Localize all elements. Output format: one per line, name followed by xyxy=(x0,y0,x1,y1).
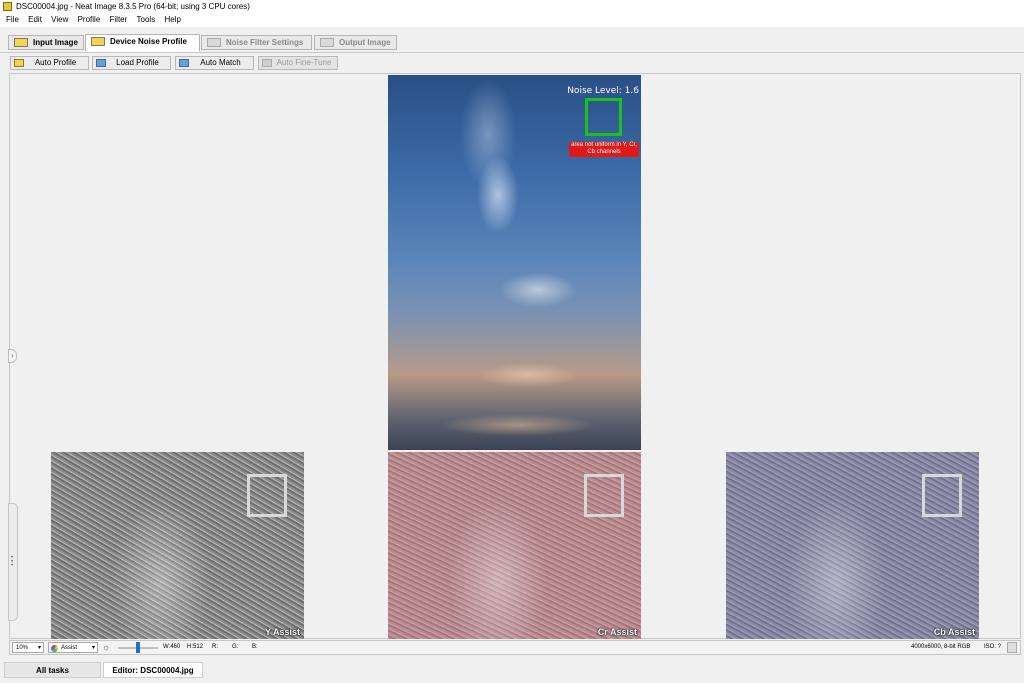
menu-filter[interactable]: Filter xyxy=(110,15,128,24)
height-readout: H:512 xyxy=(187,644,204,650)
menu-file[interactable]: File xyxy=(6,15,19,24)
image-icon xyxy=(14,38,28,47)
menu-profile[interactable]: Profile xyxy=(78,15,101,24)
side-panel-handle[interactable]: • • • xyxy=(8,503,18,621)
noise-level-label: Noise Level: 1.6 xyxy=(567,86,639,96)
load-profile-button[interactable]: Load Profile xyxy=(92,56,171,70)
tab-output-image-label: Output Image xyxy=(339,38,391,47)
zoom-value: 10% xyxy=(16,645,29,651)
tab-output-image[interactable]: Output Image xyxy=(314,35,397,50)
brightness-slider-thumb[interactable] xyxy=(136,642,140,653)
image-info: 4000x6000, 8-bit RGB xyxy=(911,644,971,650)
noise-sample-selection[interactable] xyxy=(585,98,622,136)
y-assist-label: Y Assist xyxy=(264,627,300,637)
tab-input-image[interactable]: Input Image xyxy=(8,35,84,50)
iso-readout: ISO: ? xyxy=(984,644,1002,650)
title-bar: DSC00004.jpg - Neat Image 8.3.5 Pro (64-… xyxy=(0,0,1024,14)
auto-match-label: Auto Match xyxy=(200,58,241,67)
workflow-tabs: Input Image Device Noise Profile Noise F… xyxy=(0,33,1024,53)
cb-sample-box xyxy=(922,474,962,517)
profile-icon xyxy=(91,37,105,46)
zoom-select[interactable]: 10% ▾ xyxy=(12,642,44,653)
cr-sample-box xyxy=(584,474,624,517)
auto-profile-icon xyxy=(14,59,24,67)
cr-assist-view[interactable]: Cr Assist xyxy=(388,452,641,639)
menu-view[interactable]: View xyxy=(51,15,68,24)
uniformity-warning: area not uniform in Y, Cr, Cb channels xyxy=(569,142,639,157)
width-readout: W:460 xyxy=(163,644,181,650)
auto-fine-tune-button[interactable]: Auto Fine-Tune xyxy=(258,56,338,70)
b-readout: B: xyxy=(252,644,258,650)
y-sample-box xyxy=(247,474,287,517)
editor-tab[interactable]: Editor: DSC00004.jpg xyxy=(103,662,203,678)
output-image-icon xyxy=(320,38,334,47)
auto-profile-button[interactable]: Auto Profile xyxy=(10,56,89,70)
auto-profile-label: Auto Profile xyxy=(34,58,77,67)
menu-bar: File Edit View Profile Filter Tools Help xyxy=(0,14,1024,27)
folder-icon xyxy=(96,59,106,67)
tab-noise-filter-settings-label: Noise Filter Settings xyxy=(226,38,304,47)
sliders-icon xyxy=(207,38,221,47)
tab-device-noise-profile-label: Device Noise Profile xyxy=(110,37,187,46)
load-profile-label: Load Profile xyxy=(116,58,159,67)
resize-grip-icon[interactable] xyxy=(1007,642,1017,653)
all-tasks-tab[interactable]: All tasks xyxy=(4,662,101,678)
grip-icon: • • • xyxy=(11,555,14,569)
fine-tune-icon xyxy=(262,59,272,67)
cb-assist-view[interactable]: Cb Assist xyxy=(726,452,979,639)
brightness-icon[interactable]: ☼ xyxy=(102,642,110,653)
window-title: DSC00004.jpg - Neat Image 8.3.5 Pro (64-… xyxy=(16,2,250,11)
view-mode-value: Assist xyxy=(61,645,78,651)
auto-match-icon xyxy=(179,59,189,67)
menu-edit[interactable]: Edit xyxy=(28,15,42,24)
preview-image[interactable]: Noise Level: 1.6 area not uniform in Y, … xyxy=(388,75,641,450)
chevron-down-icon: ▾ xyxy=(37,645,41,651)
menu-tools[interactable]: Tools xyxy=(137,15,156,24)
r-readout: R: xyxy=(212,644,218,650)
tab-input-image-label: Input Image xyxy=(33,38,78,47)
color-wheel-icon xyxy=(51,645,58,652)
view-mode-select[interactable]: Assist ▾ xyxy=(48,642,98,653)
tab-noise-filter-settings[interactable]: Noise Filter Settings xyxy=(201,35,312,50)
g-readout: G: xyxy=(232,644,239,650)
y-assist-view[interactable]: Y Assist xyxy=(51,452,304,639)
app-icon xyxy=(3,2,12,11)
cr-assist-label: Cr Assist xyxy=(597,627,637,637)
auto-match-button[interactable]: Auto Match xyxy=(175,56,254,70)
tab-device-noise-profile[interactable]: Device Noise Profile xyxy=(85,34,200,52)
auto-fine-tune-label: Auto Fine-Tune xyxy=(276,58,332,67)
cb-assist-label: Cb Assist xyxy=(933,627,975,637)
menu-help[interactable]: Help xyxy=(164,15,180,24)
chevron-down-icon: ▾ xyxy=(91,645,95,651)
task-tabs: All tasks Editor: DSC00004.jpg xyxy=(0,659,1024,683)
status-bar: 10% ▾ Assist ▾ ☼ W:460 H:512 R: G: B: 40… xyxy=(9,640,1021,655)
